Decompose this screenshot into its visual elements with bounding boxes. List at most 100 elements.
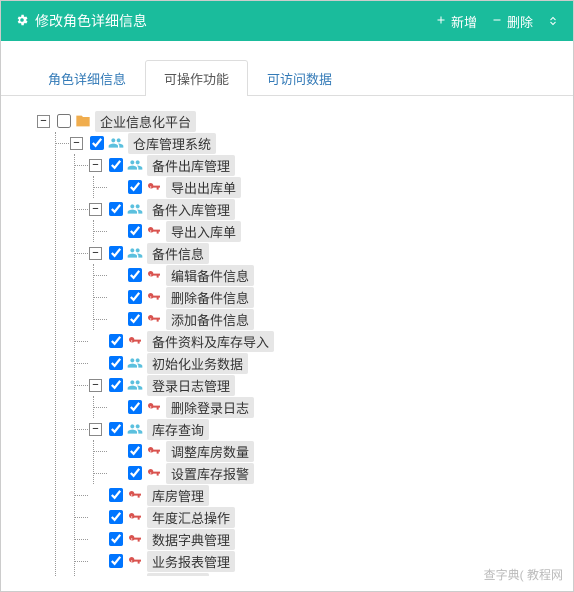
tab-role-detail[interactable]: 角色详细信息 [29,60,145,96]
tree-checkbox[interactable] [109,334,123,348]
tree-label[interactable]: 企业信息化平台 [95,111,196,132]
tree-label[interactable]: 添加备件信息 [166,309,254,330]
tree-label[interactable]: 删除登录日志 [166,397,254,418]
tree-toggle[interactable]: − [89,159,102,172]
people-icon [108,135,124,151]
tree-label[interactable]: 编辑备件信息 [166,265,254,286]
tree-checkbox[interactable] [109,488,123,502]
tree-node: − 备件信息编辑备件信息删除备件信息添加备件信息 [75,242,573,330]
tree-checkbox[interactable] [128,268,142,282]
minus-icon [491,14,503,29]
tree-checkbox[interactable] [57,114,71,128]
people-icon [127,245,143,261]
tree-label[interactable]: 备件资料及库存导入 [147,331,274,352]
plus-icon [435,14,447,29]
key-icon [146,465,162,481]
expand-button[interactable] [547,12,559,31]
tree-checkbox[interactable] [128,180,142,194]
people-icon [127,157,143,173]
key-icon [127,509,143,525]
tree-node: − 登录日志管理删除登录日志 [75,374,573,418]
tree-checkbox[interactable] [109,158,123,172]
key-icon [127,531,143,547]
watermark: 查字典( 教程网 [484,566,563,583]
tree-node: 删除备件信息 [94,286,573,308]
tree-checkbox[interactable] [109,510,123,524]
tree-checkbox[interactable] [109,532,123,546]
tree-checkbox[interactable] [128,466,142,480]
tree-label[interactable]: 备件信息 [147,243,209,264]
tree-node: 库房管理 [75,484,573,506]
gears-icon [15,13,29,30]
tree-node: 删除登录日志 [94,396,573,418]
tree-toggle[interactable]: − [89,379,102,392]
tree-toggle[interactable]: − [89,247,102,260]
tree-checkbox[interactable] [128,400,142,414]
key-icon [127,553,143,569]
tree-label[interactable]: 月结操作 [147,573,209,577]
add-button[interactable]: 新增 [435,12,477,31]
tree-node: − 仓库管理系统 − 备件出库管理导出出库单 − 备件入库管理导出入库单 − 备件信息编辑备件… [56,132,573,576]
tree-toggle[interactable]: − [89,203,102,216]
tree-label[interactable]: 业务报表管理 [147,551,235,572]
tree-label[interactable]: 备件出库管理 [147,155,235,176]
people-icon [127,355,143,371]
key-icon [146,289,162,305]
tree-checkbox[interactable] [109,202,123,216]
tab-operations[interactable]: 可操作功能 [145,60,248,96]
tree-checkbox[interactable] [128,312,142,326]
tree-checkbox[interactable] [128,224,142,238]
tree-checkbox[interactable] [109,378,123,392]
tabs: 角色详细信息 可操作功能 可访问数据 [1,41,573,96]
tree-label[interactable]: 设置库存报警 [166,463,254,484]
tree-toggle[interactable]: − [37,115,50,128]
tree-label[interactable]: 库存查询 [147,419,209,440]
tree-node: 设置库存报警 [94,462,573,484]
tree-label[interactable]: 数据字典管理 [147,529,235,550]
tree-toggle[interactable]: − [89,423,102,436]
tree-node: 备件资料及库存导入 [75,330,573,352]
tree-label[interactable]: 备件入库管理 [147,199,235,220]
tab-data-access[interactable]: 可访问数据 [248,60,351,96]
key-icon [146,399,162,415]
tree-label[interactable]: 年度汇总操作 [147,507,235,528]
tree-label[interactable]: 初始化业务数据 [147,353,248,374]
tree-node: 编辑备件信息 [94,264,573,286]
delete-button[interactable]: 删除 [491,12,533,31]
key-icon [127,333,143,349]
key-icon [146,223,162,239]
key-icon [127,487,143,503]
tree-checkbox[interactable] [128,444,142,458]
tree-checkbox[interactable] [90,136,104,150]
tree-checkbox[interactable] [109,422,123,436]
tree-checkbox[interactable] [109,246,123,260]
key-icon [146,443,162,459]
folder-icon [75,113,91,129]
tree-toggle[interactable]: − [70,137,83,150]
people-icon [127,377,143,393]
people-icon [127,421,143,437]
key-icon [146,311,162,327]
tree-node: − 备件入库管理导出入库单 [75,198,573,242]
tree-label[interactable]: 删除备件信息 [166,287,254,308]
tree-node: − 库存查询调整库房数量设置库存报警 [75,418,573,484]
tree-checkbox[interactable] [109,554,123,568]
tree-node: 数据字典管理 [75,528,573,550]
tree-node: 初始化业务数据 [75,352,573,374]
tree-node: − 备件出库管理导出出库单 [75,154,573,198]
tree-label[interactable]: 导出出库单 [166,177,241,198]
tree-node: 调整库房数量 [94,440,573,462]
key-icon [146,267,162,283]
tree-node: −企业信息化平台−仓库管理系统−备件出库管理导出出库单−备件入库管理导出入库单−… [37,110,573,576]
tree-label[interactable]: 登录日志管理 [147,375,235,396]
tree-node: 导出出库单 [94,176,573,198]
tree-checkbox[interactable] [109,356,123,370]
tree-checkbox[interactable] [128,290,142,304]
tree-node: 导出入库单 [94,220,573,242]
panel-title: 修改角色详细信息 [35,11,147,31]
key-icon [127,575,143,576]
tree-label[interactable]: 导出入库单 [166,221,241,242]
tree-label[interactable]: 库房管理 [147,485,209,506]
tree-label[interactable]: 仓库管理系统 [128,133,216,154]
tree-label[interactable]: 调整库房数量 [166,441,254,462]
